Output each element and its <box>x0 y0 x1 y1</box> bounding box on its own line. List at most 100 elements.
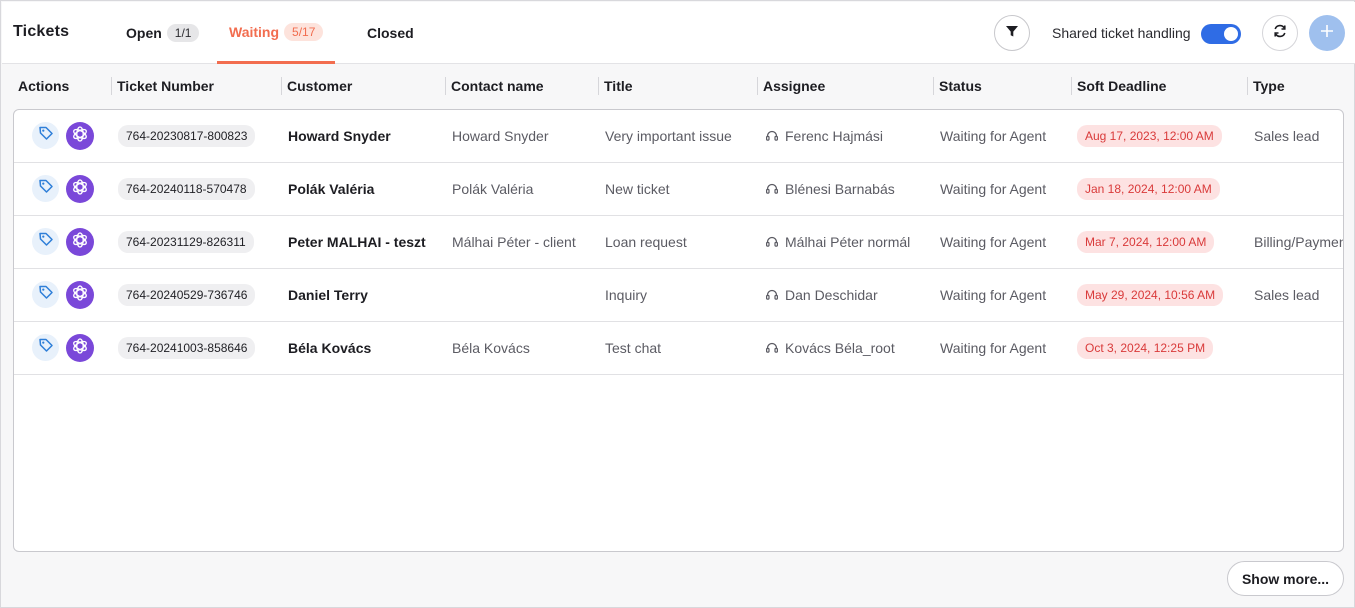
ai-assist-button[interactable] <box>66 175 94 203</box>
tag-icon <box>38 125 54 146</box>
ai-assist-button[interactable] <box>66 334 94 362</box>
ai-assist-button[interactable] <box>66 228 94 256</box>
ticket-type: Sales lead <box>1254 128 1320 144</box>
ticket-status: Waiting for Agent <box>940 128 1047 144</box>
top-bar: Tickets Open 1/1 Waiting 5/17 Closed Sha… <box>2 2 1355 64</box>
openai-icon <box>70 283 90 308</box>
tag-icon <box>38 178 54 199</box>
ticket-table: 764-20230817-800823 Howard Snyder Howard… <box>13 109 1344 552</box>
ticket-status: Waiting for Agent <box>940 181 1047 197</box>
col-customer[interactable]: Customer <box>287 78 352 94</box>
col-assignee[interactable]: Assignee <box>763 78 825 94</box>
tag-button[interactable] <box>32 122 59 149</box>
shared-ticket-label: Shared ticket handling <box>1052 25 1191 41</box>
ticket-status: Waiting for Agent <box>940 287 1047 303</box>
headset-icon <box>765 182 779 196</box>
col-divider <box>757 77 758 95</box>
ticket-title: New ticket <box>605 181 670 197</box>
openai-icon <box>70 230 90 255</box>
show-more-button[interactable]: Show more... <box>1227 561 1344 596</box>
tab-waiting-label: Waiting <box>229 23 280 40</box>
table-header: Actions Ticket Number Customer Contact n… <box>1 65 1355 107</box>
filter-button[interactable] <box>994 15 1030 51</box>
ai-assist-button[interactable] <box>66 281 94 309</box>
col-divider <box>111 77 112 95</box>
customer-name[interactable]: Peter MALHAI - teszt <box>288 216 444 268</box>
ticket-type <box>1254 322 1343 374</box>
openai-icon <box>70 336 90 361</box>
tag-button[interactable] <box>32 281 59 308</box>
contact-name: Béla Kovács <box>452 340 530 356</box>
assignee-name: Blénesi Barnabás <box>785 181 895 197</box>
tab-open[interactable]: Open 1/1 <box>126 2 200 64</box>
col-divider <box>933 77 934 95</box>
soft-deadline-badge: Jan 18, 2024, 12:00 AM <box>1077 178 1220 200</box>
app-frame: Tickets Open 1/1 Waiting 5/17 Closed Sha… <box>0 0 1355 608</box>
ticket-type: Billing/Paymen <box>1254 234 1344 250</box>
col-divider <box>445 77 446 95</box>
table-row[interactable]: 764-20231129-826311 Peter MALHAI - teszt… <box>14 216 1344 269</box>
col-soft-deadline[interactable]: Soft Deadline <box>1077 78 1166 94</box>
ticket-number[interactable]: 764-20241003-858646 <box>118 337 256 359</box>
col-actions: Actions <box>18 78 70 94</box>
tab-waiting-count: 5/17 <box>284 22 324 41</box>
col-status[interactable]: Status <box>939 78 982 94</box>
col-divider <box>1071 77 1072 95</box>
tag-icon <box>38 284 54 305</box>
table-row[interactable]: 764-20241003-858646 Béla Kovács Béla Kov… <box>14 322 1343 375</box>
tag-button[interactable] <box>32 228 59 255</box>
contact-name: Málhai Péter - client <box>452 234 576 250</box>
ticket-title: Very important issue <box>605 128 732 144</box>
assignee-name: Málhai Péter normál <box>785 234 911 250</box>
col-ticket-number[interactable]: Ticket Number <box>117 78 214 94</box>
page-title: Tickets <box>13 23 70 40</box>
tag-button[interactable] <box>32 334 59 361</box>
tab-closed-label: Closed <box>367 25 414 41</box>
toggle-knob <box>1224 27 1238 41</box>
col-divider <box>281 77 282 95</box>
soft-deadline-badge: Mar 7, 2024, 12:00 AM <box>1077 231 1215 253</box>
tab-closed[interactable]: Closed <box>367 2 414 64</box>
customer-name[interactable]: Polák Valéria <box>288 163 444 215</box>
customer-name[interactable]: Howard Snyder <box>288 110 444 162</box>
contact-name: Polák Valéria <box>452 181 534 197</box>
ticket-number[interactable]: 764-20231129-826311 <box>118 231 254 253</box>
contact-name: Howard Snyder <box>452 128 549 144</box>
openai-icon <box>70 177 90 202</box>
ticket-number[interactable]: 764-20240118-570478 <box>118 178 255 200</box>
refresh-icon <box>1272 23 1288 44</box>
headset-icon <box>765 129 779 143</box>
refresh-button[interactable] <box>1262 15 1298 51</box>
customer-name[interactable]: Daniel Terry <box>288 269 444 321</box>
ticket-title: Loan request <box>605 234 687 250</box>
table-row[interactable]: 764-20240118-570478 Polák Valéria Polák … <box>14 163 1343 216</box>
tag-button[interactable] <box>32 175 59 202</box>
assignee-name: Ferenc Hajmási <box>785 128 884 144</box>
headset-icon <box>765 341 779 355</box>
table-row[interactable]: 764-20240529-736746 Daniel Terry Inquiry… <box>14 269 1343 322</box>
ai-assist-button[interactable] <box>66 122 94 150</box>
tab-waiting[interactable]: Waiting 5/17 <box>217 2 336 64</box>
ticket-number[interactable]: 764-20240529-736746 <box>118 284 256 306</box>
tab-open-label: Open <box>126 25 162 41</box>
tag-icon <box>38 337 54 358</box>
soft-deadline-badge: Oct 3, 2024, 12:25 PM <box>1077 337 1214 359</box>
headset-icon <box>765 235 779 249</box>
col-contact-name[interactable]: Contact name <box>451 78 544 94</box>
customer-name[interactable]: Béla Kovács <box>288 322 444 374</box>
add-ticket-button[interactable] <box>1309 15 1345 51</box>
contact-name <box>452 269 600 321</box>
table-row[interactable]: 764-20230817-800823 Howard Snyder Howard… <box>14 110 1343 163</box>
col-title[interactable]: Title <box>604 78 633 94</box>
tag-icon <box>38 231 54 252</box>
shared-ticket-toggle[interactable] <box>1201 24 1241 44</box>
col-type[interactable]: Type <box>1253 78 1285 94</box>
soft-deadline-badge: May 29, 2024, 10:56 AM <box>1077 284 1224 306</box>
assignee-name: Dan Deschidar <box>785 287 878 303</box>
filter-icon <box>1005 24 1019 43</box>
ticket-title: Test chat <box>605 340 662 356</box>
assignee-name: Kovács Béla_root <box>785 340 895 356</box>
ticket-number[interactable]: 764-20230817-800823 <box>118 125 256 147</box>
ticket-type <box>1254 163 1343 215</box>
col-divider <box>598 77 599 95</box>
